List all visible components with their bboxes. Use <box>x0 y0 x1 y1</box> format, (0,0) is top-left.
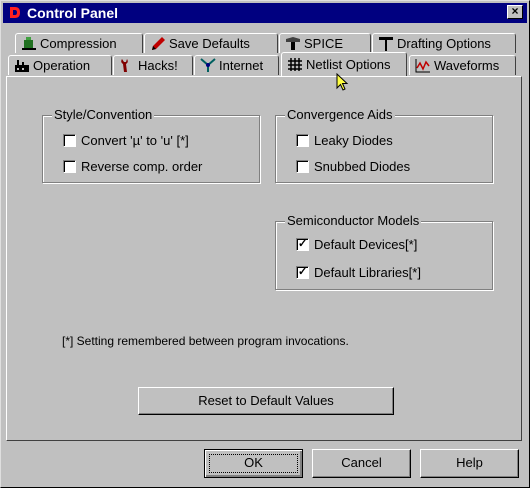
checkbox-box[interactable]: ✓ <box>296 238 309 251</box>
tab-save-defaults[interactable]: Save Defaults <box>144 33 278 53</box>
tab-internet[interactable]: Internet <box>194 55 279 75</box>
remembered-settings-note: [*] Setting remembered between program i… <box>62 334 349 348</box>
checkbox-box[interactable] <box>296 160 309 173</box>
app-icon <box>8 5 22 20</box>
control-panel-window: Control Panel × Compression Save Default… <box>0 0 530 488</box>
checkbox-label: Default Devices[*] <box>314 237 418 252</box>
tab-drafting-options[interactable]: Drafting Options <box>372 33 516 53</box>
checkbox-box[interactable] <box>63 160 76 173</box>
tab-label: Compression <box>40 36 117 51</box>
tab-label: Operation <box>33 58 91 73</box>
group-title: Semiconductor Models <box>285 213 422 228</box>
title-bar[interactable]: Control Panel × <box>3 3 527 23</box>
window-title: Control Panel <box>27 5 119 21</box>
ok-button[interactable]: OK <box>204 449 303 478</box>
close-button[interactable]: × <box>507 5 523 19</box>
tab-compression[interactable]: Compression <box>15 33 143 53</box>
tab-label: Waveforms <box>434 58 500 73</box>
cancel-button[interactable]: Cancel <box>312 449 411 478</box>
group-title: Style/Convention <box>52 107 155 122</box>
drafting-icon <box>379 37 393 51</box>
tab-spice[interactable]: SPICE <box>279 33 371 53</box>
wrench-icon <box>121 59 128 72</box>
checkbox-label: Convert 'µ' to 'u' [*] <box>81 133 189 148</box>
checkbox-label: Reverse comp. order <box>81 159 203 174</box>
tab-label: Internet <box>219 58 264 73</box>
button-label: Cancel <box>341 455 382 470</box>
waveform-icon <box>415 59 430 73</box>
tab-hacks[interactable]: Hacks! <box>113 55 193 75</box>
button-label: Reset to Default Values <box>198 393 334 408</box>
button-label: Help <box>456 455 483 470</box>
checkbox-label: Leaky Diodes <box>314 133 393 148</box>
checkbox-box[interactable] <box>63 134 76 147</box>
tab-label: Save Defaults <box>169 36 250 51</box>
grid-icon <box>288 58 302 71</box>
reset-defaults-button[interactable]: Reset to Default Values <box>138 387 394 415</box>
tab-operation[interactable]: Operation <box>8 55 112 75</box>
pencil-icon <box>152 37 165 50</box>
button-label: OK <box>244 455 263 470</box>
check-mark-icon: ✓ <box>298 266 308 278</box>
spice-icon <box>286 37 300 50</box>
semiconductor-models-group: Semiconductor Models ✓ Default Devices[*… <box>275 213 493 290</box>
factory-icon <box>15 60 29 72</box>
tab-label: Drafting Options <box>397 36 491 51</box>
checkbox-box[interactable]: ✓ <box>296 266 309 279</box>
internet-icon <box>200 58 216 72</box>
convergence-aids-group: Convergence Aids Leaky Diodes Snubbed Di… <box>275 107 493 183</box>
netlist-options-panel: Style/Convention Convert 'µ' to 'u' [*] … <box>6 76 522 441</box>
help-button[interactable]: Help <box>420 449 519 478</box>
compression-icon <box>22 37 36 50</box>
group-title: Convergence Aids <box>285 107 395 122</box>
check-mark-icon: ✓ <box>298 238 308 250</box>
checkbox-label: Snubbed Diodes <box>314 159 411 174</box>
checkbox-label: Default Libraries[*] <box>314 265 421 280</box>
style-convention-group: Style/Convention Convert 'µ' to 'u' [*] … <box>42 107 260 183</box>
tab-waveforms[interactable]: Waveforms <box>409 55 516 75</box>
tab-label: Netlist Options <box>306 57 391 72</box>
tab-label: SPICE <box>304 36 344 51</box>
mouse-cursor-icon <box>336 73 349 91</box>
checkbox-box[interactable] <box>296 134 309 147</box>
tab-label: Hacks! <box>138 58 178 73</box>
